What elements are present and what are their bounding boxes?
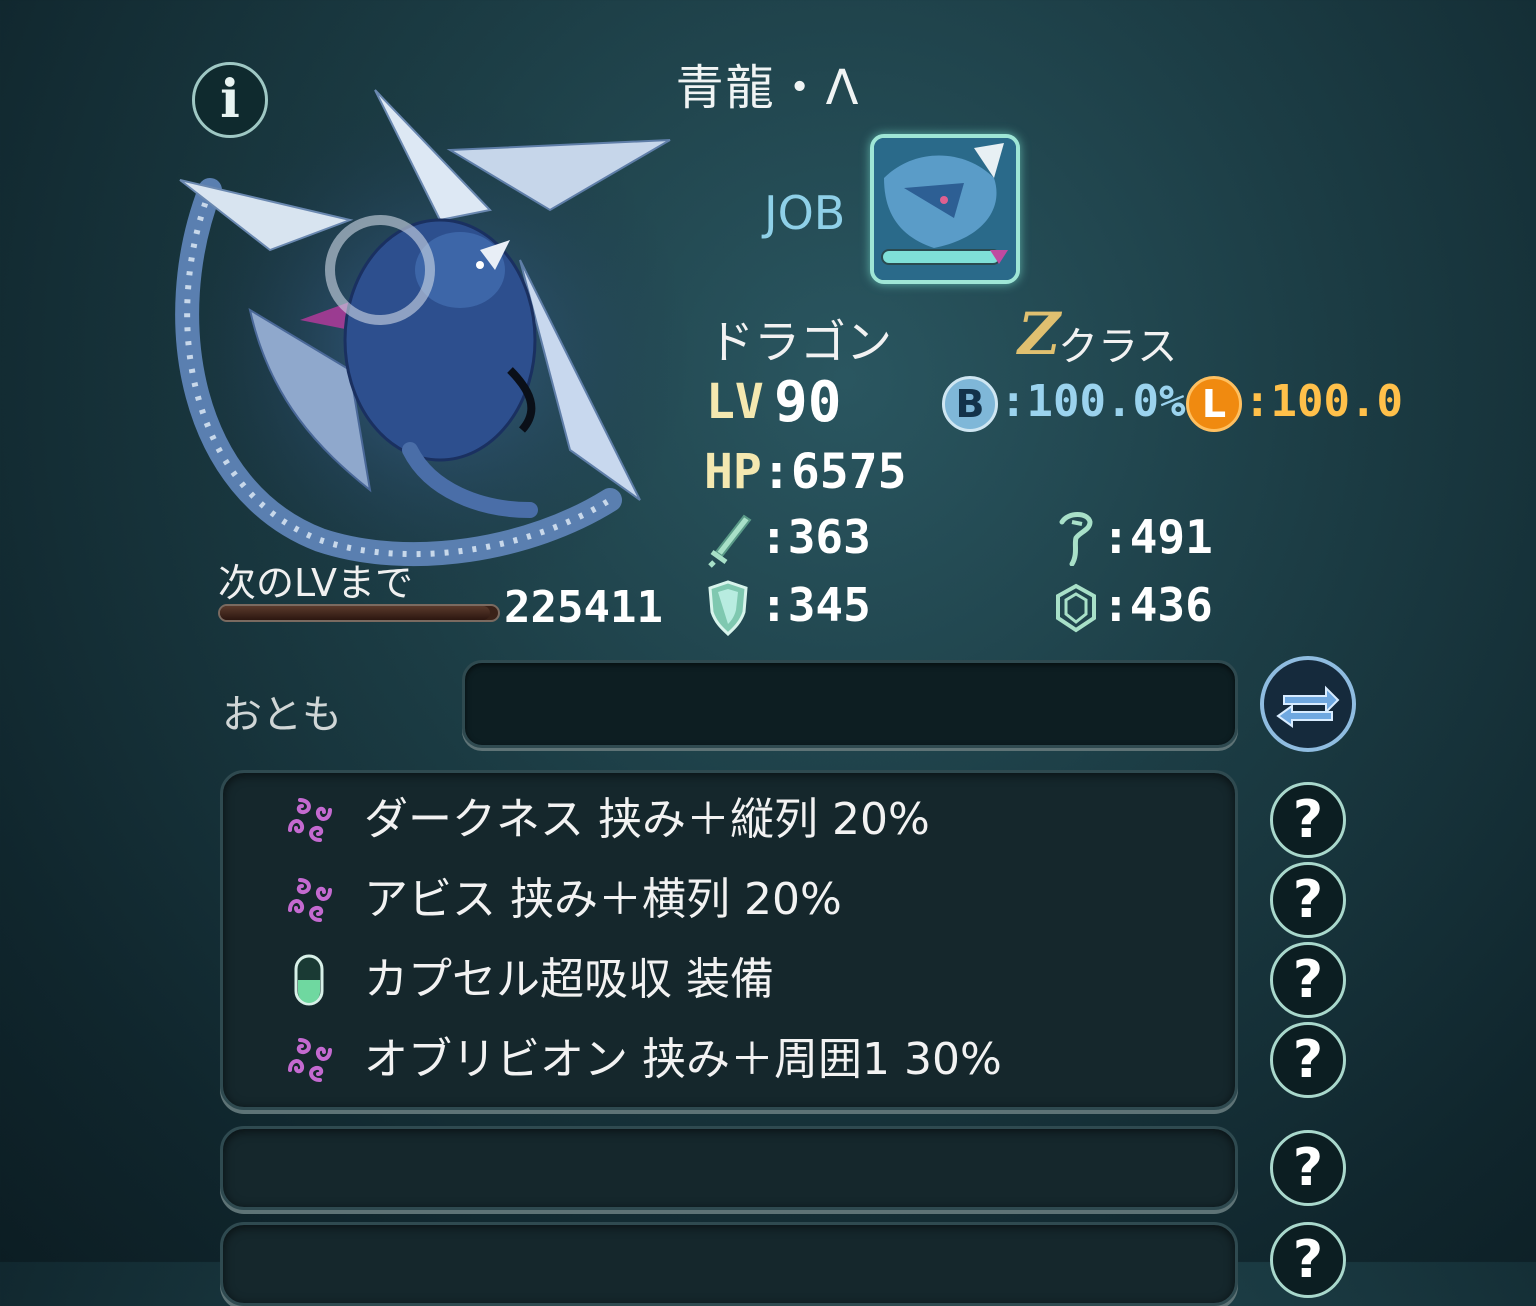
spiral-icon xyxy=(288,798,332,842)
b-badge-icon: B xyxy=(942,376,998,432)
job-dragon-icon xyxy=(874,138,1016,280)
equipment-slot[interactable] xyxy=(220,1222,1238,1306)
ability-help-button[interactable]: ? xyxy=(1270,1022,1346,1098)
b-value: :100.0% xyxy=(1000,376,1186,427)
slot-help-button[interactable]: ? xyxy=(1270,1130,1346,1206)
next-level-exp: 225411 xyxy=(504,582,663,633)
level-label: LV xyxy=(706,374,764,430)
companion-slot[interactable] xyxy=(462,660,1238,748)
exp-progress-fill xyxy=(220,606,490,620)
hexagon-shield-icon xyxy=(1056,583,1096,633)
character-artwork xyxy=(170,89,690,610)
job-label: JOB xyxy=(764,186,846,240)
ability-help-button[interactable]: ? xyxy=(1270,782,1346,858)
class-label: クラス xyxy=(1058,324,1178,370)
class-rank: Z xyxy=(1018,300,1061,368)
job-portrait-button[interactable] xyxy=(870,134,1020,284)
magic-value: :491 xyxy=(1102,510,1213,564)
ability-text: カプセル超吸収 装備 xyxy=(364,954,774,1005)
hp-value: :6575 xyxy=(762,444,907,500)
companion-label: おとも xyxy=(222,692,342,738)
ability-help-button[interactable]: ? xyxy=(1270,942,1346,1018)
level-value: 90 xyxy=(774,370,842,435)
sword-icon xyxy=(708,514,752,568)
spiral-icon xyxy=(288,878,332,922)
exp-progress-bar xyxy=(218,604,500,622)
slot-help-button[interactable]: ? xyxy=(1270,1222,1346,1298)
magic-defense-value: :436 xyxy=(1102,578,1213,632)
ability-text: ダークネス 挟み＋縦列 20% xyxy=(364,794,930,845)
hp-label: HP xyxy=(704,444,762,500)
l-value: :100.0 xyxy=(1244,376,1403,427)
next-level-label: 次のLVまで xyxy=(218,561,413,605)
swap-arrows-icon xyxy=(1276,685,1340,728)
magic-icon xyxy=(1059,512,1093,566)
ability-help-button[interactable]: ? xyxy=(1270,862,1346,938)
defense-value: :345 xyxy=(760,578,871,632)
l-badge-icon: L xyxy=(1186,376,1242,432)
ability-text: アビス 挟み＋横列 20% xyxy=(364,874,842,925)
ability-text: オブリビオン 挟み＋周囲1 30% xyxy=(364,1034,1002,1085)
attack-value: :363 xyxy=(760,510,871,564)
spiral-icon xyxy=(288,1038,332,1082)
equipment-slot[interactable] xyxy=(220,1126,1238,1210)
shield-icon xyxy=(708,580,748,636)
race-label: ドラゴン xyxy=(708,315,892,369)
capsule-icon xyxy=(294,954,324,1006)
swap-button[interactable] xyxy=(1260,656,1356,752)
